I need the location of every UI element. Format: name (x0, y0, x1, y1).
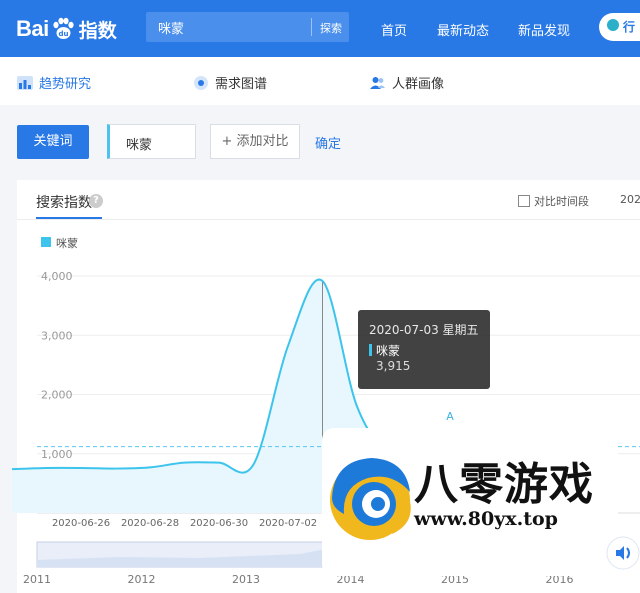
timeline-year-label: 2012 (128, 573, 156, 586)
timeline-year-label: 2011 (23, 573, 51, 586)
tooltip-value: 3,915 (376, 359, 411, 373)
annotation-marker[interactable]: A (446, 410, 454, 423)
tooltip-date: 2020-07-03 星期五 (369, 323, 479, 337)
watermark-logo-icon (330, 458, 411, 540)
x-tick-label: 2020-06-30 (190, 518, 248, 529)
y-tick-label: 4,000 (41, 270, 73, 283)
chart-tooltip: 2020-07-03 星期五 咪蒙 3,915 (358, 310, 490, 389)
sound-icon[interactable] (606, 536, 640, 570)
watermark-url: www.80yx.top (414, 508, 558, 530)
x-tick-label: 2020-06-26 (52, 518, 110, 529)
timeline-year-label: 2013 (232, 573, 260, 586)
x-tick-label: 2020-06-28 (121, 518, 179, 529)
y-tick-label: 2,000 (41, 389, 73, 402)
tooltip-series-name: 咪蒙 (376, 344, 401, 358)
watermark-overlay: 八零游戏 www.80yx.top (322, 428, 618, 576)
watermark-title: 八零游戏 (414, 459, 594, 510)
y-tick-label: 1,000 (41, 448, 73, 461)
y-tick-label: 3,000 (41, 329, 73, 342)
tooltip-series-marker (369, 344, 372, 356)
x-tick-label: 2020-07-02 (259, 518, 317, 529)
